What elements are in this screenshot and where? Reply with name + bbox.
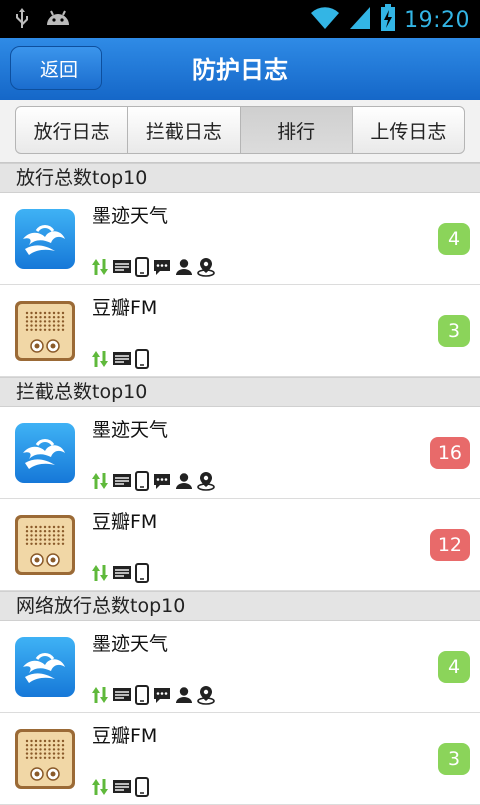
douban-fm-icon [15,301,75,361]
signal-icon [348,5,372,35]
count-badge: 16 [429,437,470,469]
tab-bar: 放行日志 拦截日志 排行 上传日志 [0,100,480,163]
list-item[interactable]: 豆瓣FM 3 [0,713,480,805]
moji-weather-icon [15,637,75,697]
message-icon [152,258,172,280]
sms-icon [112,350,132,372]
list-item[interactable]: 墨迹天气 4 [0,193,480,285]
phone-icon [135,349,149,373]
location-icon [196,685,216,709]
list-item[interactable]: 豆瓣FM 12 [0,499,480,591]
sms-icon [112,686,132,708]
sms-icon [112,778,132,800]
app-name: 豆瓣FM [92,511,158,533]
contacts-icon [175,258,193,280]
wifi-icon [310,5,340,35]
permission-icons [92,471,216,495]
count-badge: 4 [438,651,470,683]
permission-icons [92,349,149,373]
phone-icon [135,777,149,801]
app-name: 豆瓣FM [92,297,158,319]
message-icon [152,472,172,494]
sms-icon [112,258,132,280]
list-item[interactable]: 墨迹天气 16 [0,407,480,499]
tab-ranking[interactable]: 排行 [240,107,353,153]
section-header: 放行总数top10 [0,163,480,193]
network-icon [92,258,109,280]
section-header: 拦截总数top10 [0,377,480,407]
tab-allow-log[interactable]: 放行日志 [16,107,129,153]
permission-icons [92,563,149,587]
phone-icon [135,257,149,281]
count-badge: 3 [438,315,470,347]
message-icon [152,686,172,708]
location-icon [196,257,216,281]
app-name: 墨迹天气 [92,205,169,227]
permission-icons [92,777,149,801]
app-name: 墨迹天气 [92,633,169,655]
moji-weather-icon [15,209,75,269]
phone-icon [135,563,149,587]
battery-charging-icon [380,4,396,36]
contacts-icon [175,686,193,708]
network-icon [92,350,109,372]
count-badge: 3 [438,743,470,775]
sms-icon [112,472,132,494]
list-item[interactable]: 墨迹天气 4 [0,621,480,713]
list-item[interactable]: 豆瓣FM 3 [0,285,480,377]
tab-upload-log[interactable]: 上传日志 [353,107,464,153]
douban-fm-icon [15,729,75,789]
network-icon [92,564,109,586]
clock: 19:20 [404,7,470,33]
section-header: 网络放行总数top10 [0,591,480,621]
moji-weather-icon [15,423,75,483]
network-icon [92,778,109,800]
contacts-icon [175,472,193,494]
count-badge: 12 [429,529,470,561]
network-icon [92,472,109,494]
tab-block-log[interactable]: 拦截日志 [128,107,241,153]
network-icon [92,686,109,708]
douban-fm-icon [15,515,75,575]
app-name: 墨迹天气 [92,419,169,441]
title-bar: 返回 防护日志 [0,38,480,100]
page-title: 防护日志 [192,56,288,84]
permission-icons [92,685,216,709]
app-name: 豆瓣FM [92,725,158,747]
phone-icon [135,471,149,495]
permission-icons [92,257,216,281]
usb-icon [14,6,30,34]
sms-icon [112,564,132,586]
location-icon [196,471,216,495]
phone-icon [135,685,149,709]
count-badge: 4 [438,223,470,255]
status-bar: 19:20 [0,0,480,38]
android-icon [44,7,72,33]
